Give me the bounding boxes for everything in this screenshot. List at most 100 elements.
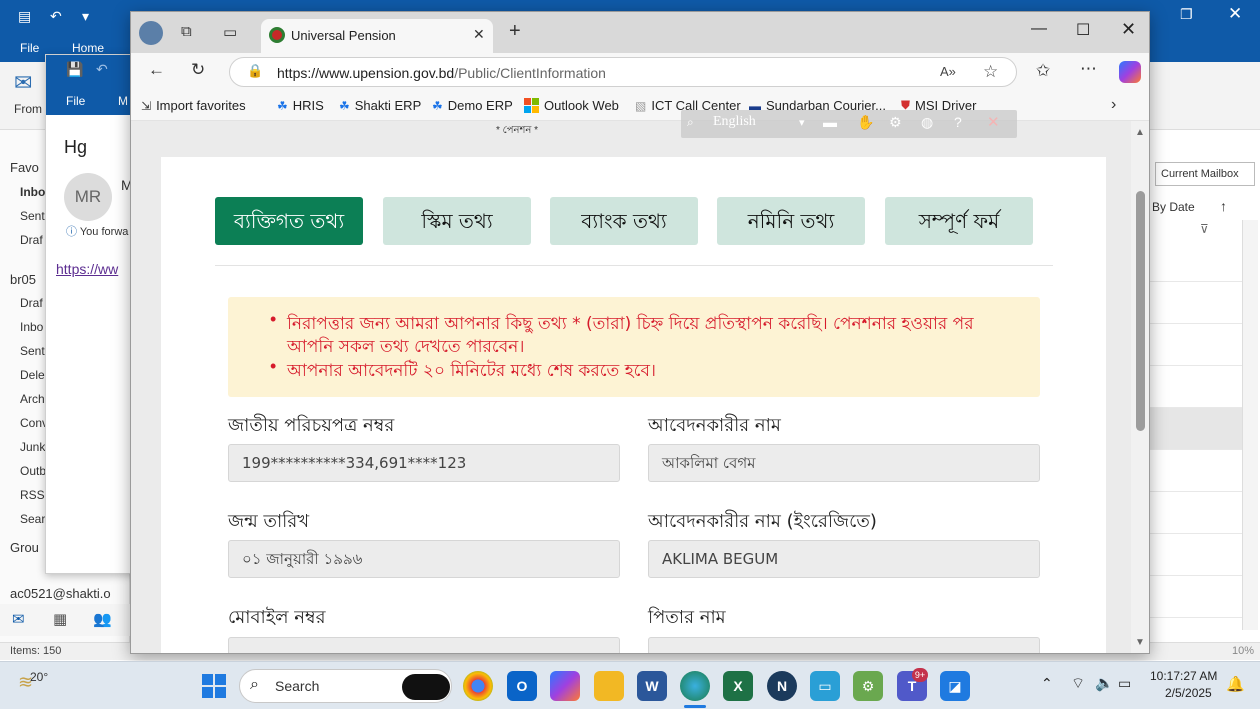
account-section[interactable]: br05 <box>10 272 36 287</box>
address-bar[interactable]: 🔒 https://www.upension.gov.bd/Public/Cli… <box>229 57 1017 87</box>
excel-icon[interactable]: X <box>723 671 753 701</box>
folder-item[interactable]: Conv <box>20 416 48 430</box>
tab-scheme-info[interactable]: স্কিম তথ্য <box>383 197 531 245</box>
applicant-name-field[interactable]: আকলিমা বেগম <box>648 444 1040 482</box>
help-icon[interactable]: ? <box>954 114 962 130</box>
fav-outlook-web[interactable]: Outlook Web <box>524 98 619 113</box>
sort-by-date[interactable]: By Date <box>1152 200 1195 214</box>
n-app-icon[interactable]: N <box>767 671 797 701</box>
fav-shakti-erp[interactable]: ☘ Shakti ERP <box>339 98 421 113</box>
folder-inbox-fav[interactable]: Inbo <box>20 185 45 199</box>
folder-item[interactable]: RSS <box>20 488 45 502</box>
mail-link[interactable]: https://ww <box>56 261 118 277</box>
message-row[interactable] <box>1150 324 1250 366</box>
profile-avatar[interactable] <box>139 21 163 45</box>
folder-item[interactable]: Sent <box>20 344 45 358</box>
calendar-nav-icon[interactable]: ▦ <box>53 610 67 628</box>
word-icon[interactable]: W <box>637 671 667 701</box>
app-icon[interactable]: ◪ <box>940 671 970 701</box>
close-window-icon[interactable]: ✕ <box>1121 19 1136 40</box>
app-icon[interactable]: ⚙ <box>853 671 883 701</box>
applicant-name-en-field[interactable]: AKLIMA BEGUM <box>648 540 1040 578</box>
page-scrollbar[interactable]: ▲ ▼ <box>1131 121 1149 653</box>
copilot-taskbar-icon[interactable] <box>550 671 580 701</box>
language-dropdown-icon[interactable]: ▾ <box>799 116 805 129</box>
fav-import-favorites[interactable]: ⇲ Import favorites <box>141 98 246 113</box>
more-menu-icon[interactable]: ⋯ <box>1080 59 1097 79</box>
sort-direction-icon[interactable]: ↑ <box>1220 198 1227 214</box>
message-row[interactable] <box>1150 240 1250 282</box>
folder-item[interactable]: Dele <box>20 368 45 382</box>
new-tab-icon[interactable]: + <box>509 20 521 43</box>
mail-menu-file[interactable]: File <box>66 94 85 108</box>
father-name-field[interactable] <box>648 637 1040 653</box>
clock-date[interactable]: 2/5/2025 <box>1165 686 1212 700</box>
message-row[interactable] <box>1150 576 1250 618</box>
message-list-scrollbar[interactable] <box>1242 220 1258 630</box>
fav-hris[interactable]: ☘ HRIS <box>277 98 324 113</box>
weather-temp[interactable]: 20° <box>30 670 48 684</box>
maximize-icon[interactable]: ☐ <box>1076 20 1090 40</box>
outlook-icon[interactable]: O <box>507 671 537 701</box>
scroll-thumb[interactable] <box>1136 191 1145 431</box>
account-email[interactable]: ac0521@shakti.o <box>10 586 111 601</box>
tab-complete-form[interactable]: সম্পূর্ণ ফর্ম <box>885 197 1033 245</box>
message-row[interactable] <box>1150 366 1250 408</box>
folder-item[interactable]: Draf <box>20 296 43 310</box>
undo-icon[interactable]: ↶ <box>50 8 62 25</box>
groups-section[interactable]: Grou <box>10 540 39 555</box>
file-explorer-icon[interactable] <box>594 671 624 701</box>
volume-icon[interactable]: 🔈 <box>1095 674 1114 692</box>
tab-nominee-info[interactable]: নমিনি তথ্য <box>717 197 865 245</box>
scroll-up-icon[interactable]: ▲ <box>1135 127 1145 138</box>
tab-personal-info[interactable]: ব্যক্তিগত তথ্য <box>215 197 363 245</box>
tool-icon[interactable]: ✋ <box>857 114 874 131</box>
edge-icon[interactable] <box>680 671 710 701</box>
translate-icon[interactable]: ⌕ <box>687 115 694 130</box>
refresh-icon[interactable]: ↻ <box>191 60 205 80</box>
undo-icon[interactable]: ↶ <box>96 61 108 78</box>
message-row[interactable] <box>1150 492 1250 534</box>
remote-desktop-icon[interactable]: ▭ <box>810 671 840 701</box>
outlook-restore-icon[interactable]: ❐ <box>1180 6 1193 23</box>
close-icon[interactable]: ✕ <box>987 113 1000 131</box>
new-email-icon[interactable]: ✉ <box>14 70 32 96</box>
tab-close-icon[interactable]: ✕ <box>473 26 485 43</box>
outlook-menu-home[interactable]: Home <box>72 41 104 55</box>
favorite-star-icon[interactable]: ☆ <box>983 62 998 82</box>
tool-icon[interactable]: ▬ <box>823 114 837 130</box>
scroll-down-icon[interactable]: ▼ <box>1135 637 1145 648</box>
folder-drafts-fav[interactable]: Draf <box>20 233 43 247</box>
current-mailbox-dropdown[interactable]: Current Mailbox <box>1155 162 1255 186</box>
battery-icon[interactable]: ▭ <box>1118 675 1131 692</box>
favorites-section[interactable]: Favo <box>10 160 39 175</box>
folder-item[interactable]: Junk <box>20 440 45 454</box>
workspaces-icon[interactable]: ⧉ <box>181 23 192 40</box>
tab-universal-pension[interactable]: Universal Pension ✕ <box>261 19 493 53</box>
folder-item[interactable]: Sear <box>20 512 45 526</box>
mobile-field[interactable] <box>228 637 620 653</box>
mail-menu-message[interactable]: M <box>118 94 128 108</box>
lock-icon[interactable]: 🔒 <box>247 63 263 79</box>
favorites-icon[interactable]: ✩ <box>1036 61 1050 81</box>
taskbar-search[interactable]: ⌕ Search <box>239 669 452 703</box>
folder-item[interactable]: Arch <box>20 392 45 406</box>
chrome-icon[interactable] <box>463 671 493 701</box>
notifications-icon[interactable]: 🔔 <box>1226 675 1245 693</box>
people-nav-icon[interactable]: 👥 <box>93 610 112 628</box>
tool-icon[interactable]: ◍ <box>921 114 933 131</box>
mail-nav-icon[interactable]: ✉ <box>12 610 25 628</box>
folder-item[interactable]: Inbo <box>20 320 43 334</box>
vertical-tabs-icon[interactable]: ▭ <box>223 23 237 41</box>
outlook-close-icon[interactable]: ✕ <box>1228 4 1242 24</box>
tab-bank-info[interactable]: ব্যাংক তথ্য <box>550 197 698 245</box>
folder-sent-fav[interactable]: Sent <box>20 209 45 223</box>
filter-icon[interactable]: ⊽ <box>1200 222 1209 236</box>
message-row[interactable] <box>1150 450 1250 492</box>
copilot-icon[interactable] <box>1119 61 1141 83</box>
favorites-overflow-icon[interactable]: › <box>1111 96 1116 114</box>
fav-demo-erp[interactable]: ☘ Demo ERP <box>432 98 513 113</box>
folder-item[interactable]: Outb <box>20 464 46 478</box>
nid-field[interactable]: 199**********334,691****123 <box>228 444 620 482</box>
wifi-icon[interactable]: ⌔ <box>1071 674 1085 693</box>
